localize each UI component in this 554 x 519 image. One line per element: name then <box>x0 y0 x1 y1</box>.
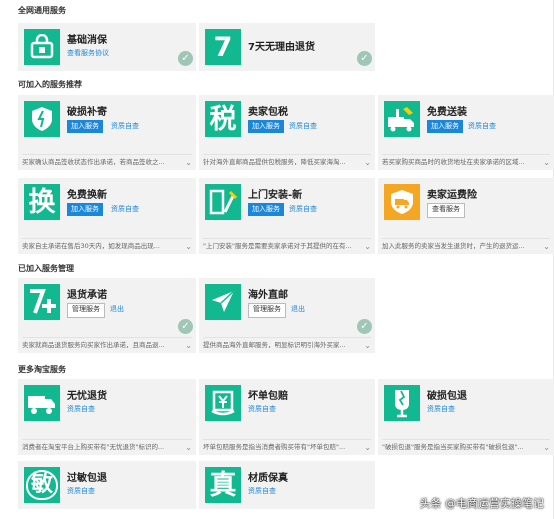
expand-chevron-icon[interactable]: ⌄ <box>364 440 371 455</box>
section-title-recommended: 可加入的服务推荐 <box>18 80 82 89</box>
service-card-seller-tax: 税 卖家包税 加入服务 资质自查 针对海外直邮商品提供包税服务，降低买家海淘..… <box>199 95 375 170</box>
allergy-icon: 敏 <box>24 467 60 503</box>
joined-check-icon: ✓ <box>178 319 193 334</box>
section-title-universal: 全网通用服务 <box>18 6 66 15</box>
expand-chevron-icon[interactable]: ⌄ <box>364 239 371 254</box>
service-name: 免费送装 <box>427 107 467 118</box>
shopping-bag-icon <box>24 29 60 65</box>
seven-icon: 7 <box>205 29 241 65</box>
authentic-icon: 真 <box>205 467 241 503</box>
expand-chevron-icon[interactable]: ⌄ <box>543 239 550 254</box>
join-service-button[interactable]: 加入服务 <box>248 120 284 133</box>
expand-chevron-icon[interactable]: ⌄ <box>185 239 192 254</box>
service-name: 卖家运费险 <box>427 190 477 201</box>
qualification-check-link[interactable]: 资质自查 <box>427 403 455 416</box>
watermark-text: 头条 @电商运营实操笔记 <box>419 497 545 510</box>
service-name: 免费换新 <box>67 190 107 201</box>
service-name: 基础消保 <box>67 35 107 46</box>
service-card-worry-free-return: 无忧退货 资质自查 消费者在淘宝平台上购买带有"无忧退货"标识的... ⌄ <box>18 379 196 455</box>
return-promise-icon <box>24 284 60 320</box>
service-name: 7天无理由退货 <box>248 42 315 53</box>
service-card-overseas-direct: 海外直邮 管理服务 退出 ✓ 提供商品海外直邮服务，明显标识明引海外买家... ⌄ <box>199 278 375 353</box>
truck-icon <box>24 385 60 421</box>
service-description: 加入此服务的卖家当发生退货时，产生的退货运... ⌄ <box>382 238 550 254</box>
compensation-icon <box>205 385 241 421</box>
manage-service-button[interactable]: 管理服务 <box>67 303 105 318</box>
exchange-icon: 换 <box>24 184 60 220</box>
service-name: 无忧退货 <box>67 391 107 402</box>
expand-chevron-icon[interactable]: ⌄ <box>185 338 192 353</box>
expand-chevron-icon[interactable]: ⌄ <box>364 338 371 353</box>
join-service-button[interactable]: 加入服务 <box>67 120 103 133</box>
expand-chevron-icon[interactable]: ⌄ <box>543 155 550 170</box>
shield-icon <box>24 101 60 137</box>
service-card-damage-resend: 破损补寄 加入服务 资质自查 买家确认商品签收状态作出承诺，若商品签收之... ⌄ <box>18 95 196 170</box>
service-name: 破损包退 <box>427 391 467 402</box>
exit-service-link[interactable]: 退出 <box>110 303 124 316</box>
qualification-check-link[interactable]: 资质自查 <box>67 485 95 498</box>
service-description: "破损包退"服务是指当买家购买带有"破损包退"... ⌄ <box>382 439 550 455</box>
freight-insurance-icon <box>384 184 420 220</box>
service-description: 针对海外直邮商品提供包税服务，降低买家海淘... ⌄ <box>203 154 371 170</box>
service-description: 卖家自主承诺在售后30天内，如发现商品出现... ⌄ <box>22 238 192 254</box>
service-description: 卖家就商品退货服务向买家作出承诺，且商品退... ⌄ <box>22 337 192 353</box>
service-name: 破损补寄 <box>67 107 107 118</box>
section-title-more: 更多淘宝服务 <box>18 365 66 374</box>
service-description: 坏单包赔服务是指当消费者购买带有"坏单包赔"... ⌄ <box>203 439 371 455</box>
section-title-joined: 已加入服务管理 <box>18 264 74 273</box>
service-card-damage-return: 破损包退 资质自查 "破损包退"服务是指当买家购买带有"破损包退"... ⌄ <box>378 379 554 455</box>
service-card-material-authentic: 真 材质保真 资质自查 <box>199 461 375 509</box>
joined-check-icon: ✓ <box>357 319 372 334</box>
view-service-button[interactable]: 查看服务 <box>427 203 465 218</box>
service-name: 上门安装-新 <box>248 190 303 201</box>
tax-icon: 税 <box>205 101 241 137</box>
delivery-install-icon <box>384 101 420 137</box>
qualification-check-link[interactable]: 资质自查 <box>248 403 276 416</box>
exit-service-link[interactable]: 退出 <box>291 303 305 316</box>
service-description: 买家确认商品签收状态作出承诺，若商品签收之... ⌄ <box>22 154 192 170</box>
service-name: 退货承诺 <box>67 290 107 301</box>
service-description: "上门安装"服务是需要卖家承诺对于其提供的在有... ⌄ <box>203 238 371 254</box>
qualification-check-link[interactable]: 资质自查 <box>67 403 95 416</box>
service-name: 海外直邮 <box>248 290 288 301</box>
broken-glass-icon <box>384 385 420 421</box>
expand-chevron-icon[interactable]: ⌄ <box>185 155 192 170</box>
qualification-check-link[interactable]: 资质自查 <box>289 203 317 216</box>
service-card-allergy-return: 敏 过敏包退 资质自查 <box>18 461 196 509</box>
service-card-free-exchange: 换 免费换新 加入服务 资质自查 卖家自主承诺在售后30天内，如发现商品出现..… <box>18 178 196 254</box>
qualification-check-link[interactable]: 资质自查 <box>468 120 496 133</box>
join-service-button[interactable]: 加入服务 <box>427 120 463 133</box>
join-service-button[interactable]: 加入服务 <box>248 203 284 216</box>
service-card-freight-insurance: 卖家运费险 查看服务 加入此服务的卖家当发生退货时，产生的退货运... ⌄ <box>378 178 554 254</box>
service-card-door-install: 上门安装-新 加入服务 资质自查 "上门安装"服务是需要卖家承诺对于其提供的在有… <box>199 178 375 254</box>
service-card-7day-return: 7 7天无理由退货 ✓ <box>199 23 375 71</box>
manage-service-button[interactable]: 管理服务 <box>248 303 286 318</box>
joined-check-icon: ✓ <box>178 51 193 66</box>
view-agreement-link[interactable]: 查看服务协议 <box>67 47 109 60</box>
service-name: 材质保真 <box>248 473 288 484</box>
qualification-check-link[interactable]: 资质自查 <box>248 485 276 498</box>
service-name: 坏单包赔 <box>248 391 288 402</box>
service-description: 若买家购买商品时的收货地址在卖家承诺的区域... ⌄ <box>382 154 550 170</box>
service-description: 提供商品海外直邮服务，明显标识明引海外买家... ⌄ <box>203 337 371 353</box>
service-card-basic-protection: 基础消保 查看服务协议 ✓ <box>18 23 196 71</box>
qualification-check-link[interactable]: 资质自查 <box>111 120 139 133</box>
expand-chevron-icon[interactable]: ⌄ <box>543 440 550 455</box>
service-name: 过敏包退 <box>67 473 107 484</box>
service-description: 消费者在淘宝平台上购买带有"无忧退货"标识的... ⌄ <box>22 439 192 455</box>
joined-check-icon: ✓ <box>357 51 372 66</box>
join-service-button[interactable]: 加入服务 <box>67 203 103 216</box>
door-install-icon <box>205 184 241 220</box>
expand-chevron-icon[interactable]: ⌄ <box>185 440 192 455</box>
airplane-icon <box>205 284 241 320</box>
service-card-bad-order-compensation: 坏单包赔 资质自查 坏单包赔服务是指当消费者购买带有"坏单包赔"... ⌄ <box>199 379 375 455</box>
service-card-return-promise: 退货承诺 管理服务 退出 ✓ 卖家就商品退货服务向买家作出承诺，且商品退... ⌄ <box>18 278 196 353</box>
qualification-check-link[interactable]: 资质自查 <box>111 203 139 216</box>
service-card-free-delivery-install: 免费送装 加入服务 资质自查 若买家购买商品时的收货地址在卖家承诺的区域... ⌄ <box>378 95 554 170</box>
service-name: 卖家包税 <box>248 107 288 118</box>
qualification-check-link[interactable]: 资质自查 <box>289 120 317 133</box>
expand-chevron-icon[interactable]: ⌄ <box>364 155 371 170</box>
